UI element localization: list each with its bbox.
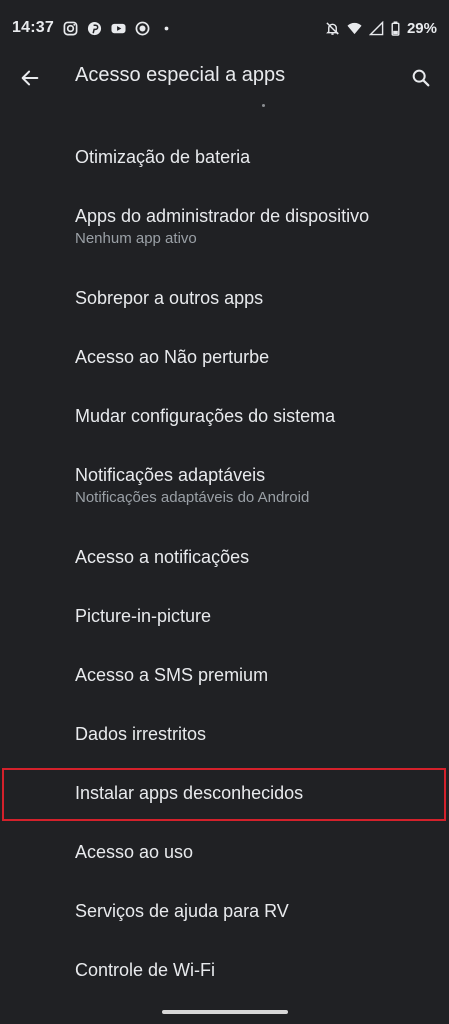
back-button[interactable] bbox=[14, 60, 46, 96]
item-title: Acesso a notificações bbox=[75, 547, 250, 567]
bell-off-icon bbox=[325, 21, 340, 36]
list-item-otimizacao-bateria[interactable]: Otimização de bateria bbox=[0, 146, 449, 168]
item-summary: Notificações adaptáveis do Android bbox=[75, 489, 310, 506]
list-item-notificacoes-adaptaveis[interactable]: Notificações adaptáveis Notificações ada… bbox=[0, 464, 449, 508]
list-item-configuracoes-sistema[interactable]: Mudar configurações do sistema bbox=[0, 405, 449, 427]
status-bar: 14:37 29% bbox=[0, 0, 449, 56]
item-title: Dados irrestritos bbox=[75, 724, 207, 744]
item-title: Picture-in-picture bbox=[75, 606, 212, 626]
app-bar: Acesso especial a apps bbox=[0, 56, 449, 100]
item-title: Serviços de ajuda para RV bbox=[75, 901, 289, 921]
list-item-servicos-rv[interactable]: Serviços de ajuda para RV bbox=[0, 900, 449, 922]
instagram-icon bbox=[63, 21, 78, 36]
arrow-left-icon bbox=[21, 70, 39, 86]
status-right: 29% bbox=[325, 20, 437, 37]
battery-percentage: 29% bbox=[406, 19, 437, 37]
item-title: Acesso a SMS premium bbox=[75, 665, 269, 685]
item-title: Acesso ao Não perturbe bbox=[75, 347, 270, 367]
list-item-apps-administrador[interactable]: Apps do administrador de dispositivo Nen… bbox=[0, 205, 449, 249]
item-title: Instalar apps desconhecidos bbox=[75, 783, 304, 803]
search-button[interactable] bbox=[405, 60, 437, 96]
list-item-nao-perturbe[interactable]: Acesso ao Não perturbe bbox=[0, 346, 449, 368]
item-title: Otimização de bateria bbox=[75, 147, 251, 167]
list-item-acesso-uso[interactable]: Acesso ao uso bbox=[0, 841, 449, 863]
pinterest-icon bbox=[87, 21, 102, 36]
list-item-picture-in-picture[interactable]: Picture-in-picture bbox=[0, 605, 449, 627]
list-item-sms-premium[interactable]: Acesso a SMS premium bbox=[0, 664, 449, 686]
dot-icon bbox=[159, 21, 174, 36]
item-title: Notificações adaptáveis bbox=[75, 465, 266, 485]
battery-icon bbox=[391, 20, 400, 36]
page-title: Acesso especial a apps bbox=[75, 64, 286, 86]
wifi-icon bbox=[347, 21, 362, 36]
search-icon bbox=[412, 69, 430, 87]
signal-icon bbox=[368, 20, 384, 36]
youtube-icon bbox=[111, 21, 126, 36]
item-title: Controle de Wi-Fi bbox=[75, 960, 216, 980]
status-time: 14:37 bbox=[12, 19, 54, 36]
navigation-handle[interactable] bbox=[162, 1010, 288, 1014]
item-title: Sobrepor a outros apps bbox=[75, 288, 264, 308]
status-left: 14:37 bbox=[12, 19, 174, 37]
circle-app-icon bbox=[135, 21, 150, 36]
list-item-controle-wifi[interactable]: Controle de Wi-Fi bbox=[0, 959, 449, 981]
list-item-sobrepor-apps[interactable]: Sobrepor a outros apps bbox=[0, 287, 449, 309]
list-item-dados-irrestritos[interactable]: Dados irrestritos bbox=[0, 723, 449, 745]
item-title: Apps do administrador de dispositivo bbox=[75, 206, 370, 226]
item-summary: Nenhum app ativo bbox=[75, 230, 197, 247]
item-title: Acesso ao uso bbox=[75, 842, 194, 862]
item-title: Mudar configurações do sistema bbox=[75, 406, 336, 426]
list-item-acesso-notificacoes[interactable]: Acesso a notificações bbox=[0, 546, 449, 568]
scroll-indicator bbox=[262, 104, 265, 107]
list-item-instalar-apps-desconhecidos[interactable]: Instalar apps desconhecidos bbox=[0, 782, 449, 804]
